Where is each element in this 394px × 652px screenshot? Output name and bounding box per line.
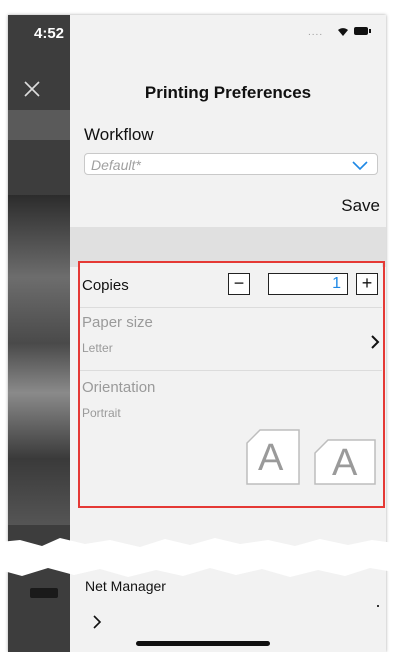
paper-size-label: Paper size [82, 314, 153, 331]
decrement-copies-button[interactable]: − [228, 273, 250, 295]
workflow-dropdown[interactable]: Default* [84, 153, 378, 175]
landscape-glyph: A [332, 442, 358, 484]
battery-icon [354, 27, 371, 35]
copies-row: Copies − 1 + [80, 263, 382, 308]
orientation-row: Orientation Portrait A A [80, 371, 382, 513]
background-band [8, 110, 70, 140]
landscape-orientation-button[interactable]: A [314, 439, 376, 485]
overflow-dot [377, 605, 379, 607]
workflow-selected-value: Default* [91, 157, 141, 173]
net-manager-label[interactable]: Net Manager [85, 578, 166, 594]
portrait-orientation-button[interactable]: A [246, 429, 300, 485]
orientation-value: Portrait [82, 406, 121, 420]
workflow-label: Workflow [84, 125, 154, 144]
print-settings: Copies − 1 + Paper size Letter Orientati… [80, 263, 382, 513]
portrait-glyph: A [258, 437, 284, 479]
close-icon[interactable] [20, 77, 44, 101]
signal-icon: .... [308, 27, 324, 38]
chevron-down-icon [352, 161, 368, 171]
increment-copies-button[interactable]: + [356, 273, 378, 295]
copies-label: Copies [82, 277, 129, 294]
paper-size-value: Letter [82, 341, 113, 355]
wifi-icon [338, 28, 348, 36]
torn-edge [0, 538, 394, 577]
save-button[interactable]: Save [341, 196, 380, 216]
section-divider [70, 227, 386, 267]
paper-size-row[interactable]: Paper size Letter [80, 308, 382, 371]
chevron-right-icon[interactable] [92, 614, 102, 630]
status-time: 4:52 [34, 25, 65, 42]
copies-quantity-field[interactable]: 1 [268, 273, 348, 295]
orientation-label: Orientation [82, 379, 156, 396]
chevron-right-icon [371, 335, 380, 349]
status-bar: 4:52 .... [8, 15, 386, 51]
page-title: Printing Preferences [144, 83, 312, 102]
background-photo [8, 195, 70, 525]
home-indicator [136, 641, 270, 646]
